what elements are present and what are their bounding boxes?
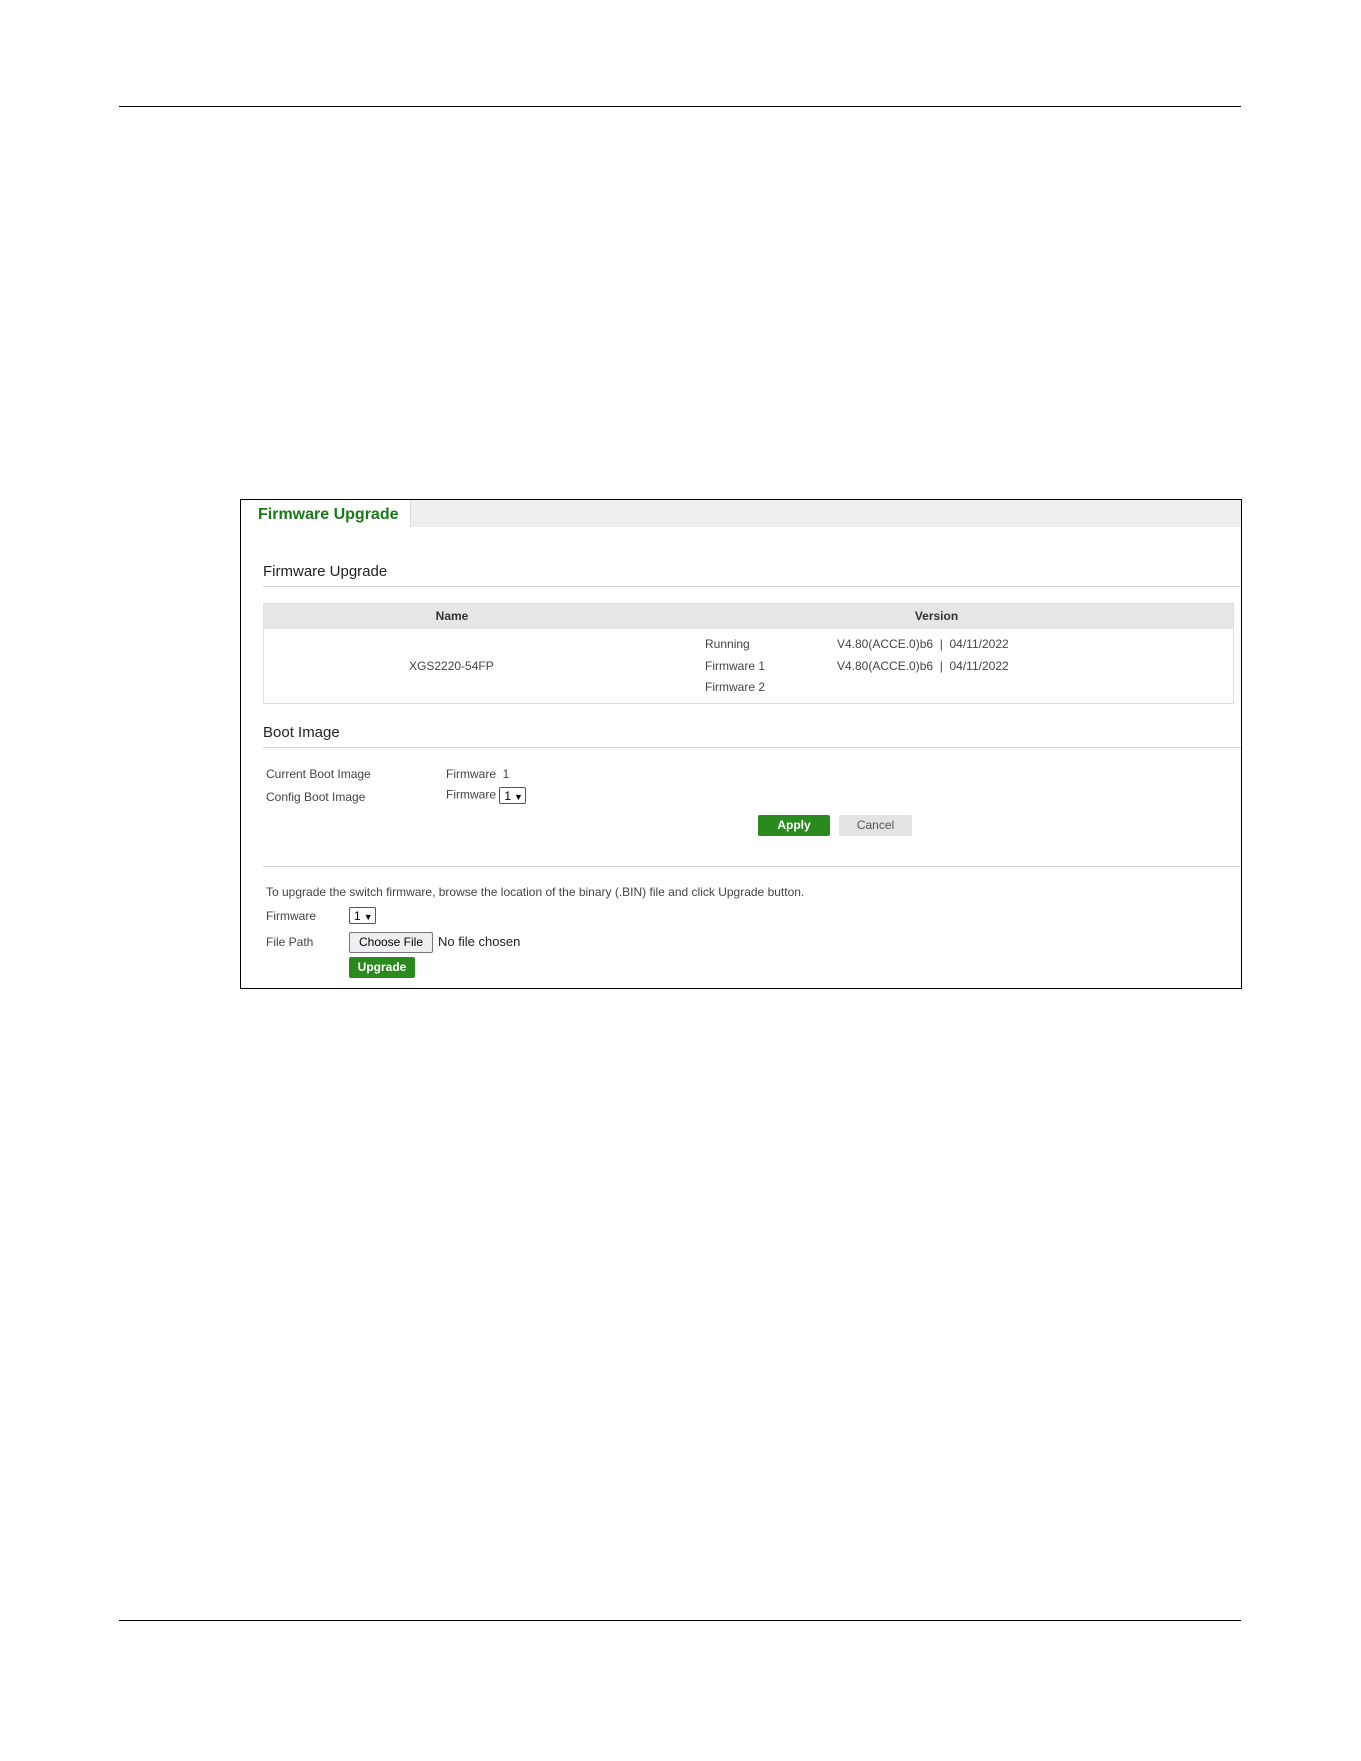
firmware-section-title: Firmware Upgrade bbox=[263, 563, 388, 580]
page-header-rule bbox=[119, 106, 1241, 107]
choose-file-button[interactable]: Choose File bbox=[349, 932, 433, 953]
current-boot-image-label: Current Boot Image bbox=[266, 767, 371, 781]
firmware-entry-label: Firmware 1 bbox=[705, 659, 766, 673]
config-boot-image-field: Firmware 1 ▼ bbox=[446, 787, 526, 804]
boot-section-rule bbox=[263, 747, 1241, 748]
chevron-down-icon: ▼ bbox=[363, 912, 373, 923]
file-path-label: File Path bbox=[266, 935, 314, 949]
firmware-select[interactable]: 1 ▼ bbox=[349, 907, 376, 925]
firmware-selected: 1 bbox=[354, 909, 361, 924]
chevron-down-icon: ▼ bbox=[514, 792, 523, 802]
device-name: XGS2220-54FP bbox=[409, 659, 494, 673]
upgrade-section-rule bbox=[263, 866, 1241, 867]
config-boot-image-select[interactable]: 1 ▼ bbox=[499, 787, 526, 804]
firmware-entry-label: Running bbox=[705, 637, 750, 651]
firmware-select-wrapper: 1 ▼ bbox=[349, 907, 376, 925]
firmware-upgrade-panel: Firmware Upgrade Firmware Upgrade Name V… bbox=[240, 499, 1242, 989]
firmware-table: Name Version XGS2220-54FP Running V4.80(… bbox=[263, 603, 1234, 704]
upgrade-button[interactable]: Upgrade bbox=[349, 957, 415, 978]
firmware-entry-label: Firmware 2 bbox=[705, 680, 766, 694]
tab-bar: Firmware Upgrade bbox=[241, 500, 1241, 528]
page-footer-rule bbox=[119, 1620, 1241, 1621]
firmware-entry-version: V4.80(ACCE.0)b6 | 04/11/2022 bbox=[837, 637, 1009, 651]
config-boot-image-selected: 1 bbox=[504, 789, 512, 803]
apply-button[interactable]: Apply bbox=[758, 815, 830, 836]
column-header-name: Name bbox=[435, 609, 469, 623]
firmware-section-rule bbox=[263, 586, 1241, 587]
column-header-version: Version bbox=[914, 609, 959, 623]
boot-section-title: Boot Image bbox=[263, 724, 340, 741]
firmware-table-header: Name Version bbox=[264, 604, 1233, 629]
cancel-button[interactable]: Cancel bbox=[839, 815, 912, 836]
firmware-label: Firmware bbox=[266, 909, 316, 923]
tab-firmware-upgrade[interactable]: Firmware Upgrade bbox=[241, 500, 411, 528]
upgrade-instructions: To upgrade the switch firmware, browse t… bbox=[266, 885, 805, 899]
config-boot-image-label: Config Boot Image bbox=[266, 790, 366, 804]
firmware-entry-version: V4.80(ACCE.0)b6 | 04/11/2022 bbox=[837, 659, 1009, 673]
config-boot-image-prefix: Firmware bbox=[446, 787, 496, 802]
file-status-text: No file chosen bbox=[438, 934, 521, 949]
current-boot-image-value: Firmware 1 bbox=[446, 767, 510, 781]
